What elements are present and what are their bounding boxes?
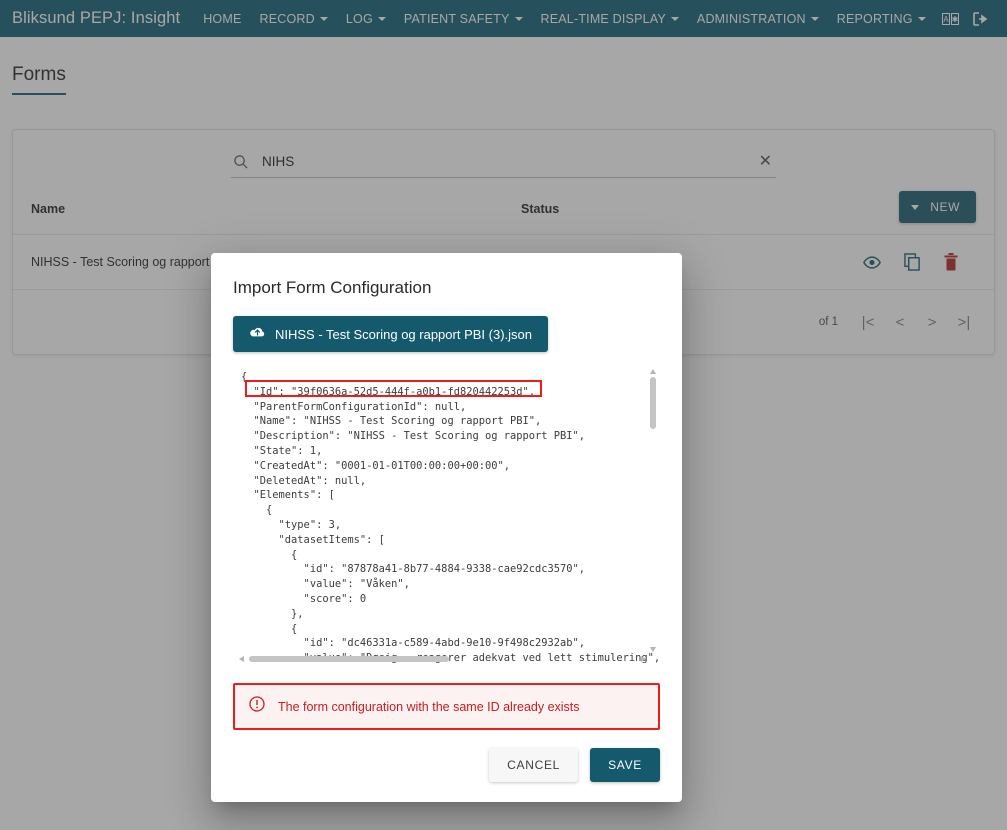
upload-file-label: NIHSS - Test Scoring og rapport PBI (3).… [275, 326, 532, 342]
import-form-configuration-dialog: Import Form Configuration NIHSS - Test S… [211, 253, 682, 802]
dialog-title: Import Form Configuration [233, 278, 432, 297]
alert-circle-icon [249, 696, 265, 717]
scroll-left-icon[interactable] [239, 656, 244, 662]
save-button[interactable]: SAVE [590, 748, 660, 782]
json-horizontal-scrollbar[interactable] [239, 654, 646, 664]
vertical-scroll-thumb[interactable] [650, 377, 656, 429]
dialog-footer: CANCEL SAVE [211, 730, 682, 802]
cancel-button[interactable]: CANCEL [489, 748, 579, 782]
json-preview[interactable]: { "Id": "39f0636a-52d5-444f-a0b1-fd82044… [233, 368, 660, 665]
scroll-right-icon[interactable] [641, 656, 646, 662]
error-message-bar: The form configuration with the same ID … [233, 683, 660, 730]
json-vertical-scrollbar[interactable] [649, 368, 658, 653]
error-message-text: The form configuration with the same ID … [278, 699, 580, 714]
horizontal-scroll-thumb[interactable] [249, 656, 449, 662]
upload-file-button[interactable]: NIHSS - Test Scoring og rapport PBI (3).… [233, 316, 548, 352]
scroll-up-icon[interactable] [650, 369, 656, 374]
scroll-down-icon[interactable] [650, 647, 656, 652]
cloud-upload-icon [249, 326, 266, 342]
dialog-body: NIHSS - Test Scoring og rapport PBI (3).… [211, 316, 682, 665]
json-content: { "Id": "39f0636a-52d5-444f-a0b1-fd82044… [241, 371, 660, 665]
